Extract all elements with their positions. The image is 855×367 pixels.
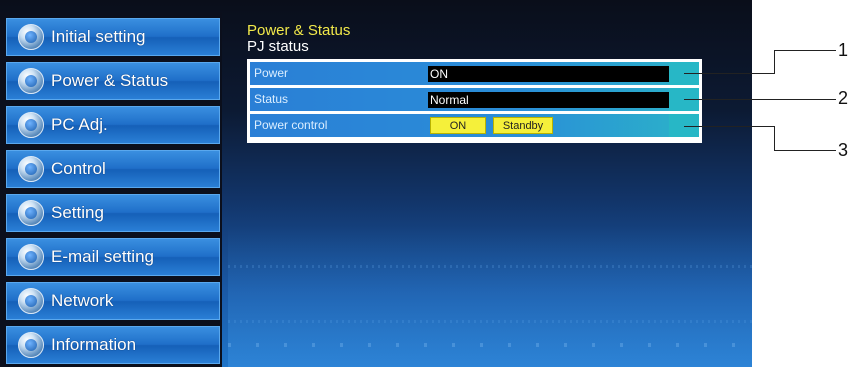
sidebar-item-label: Setting — [51, 203, 104, 222]
sidebar-item-label: E-mail setting — [51, 247, 154, 266]
sidebar-item-label: Information — [51, 335, 137, 354]
power-row: Power ON — [250, 62, 699, 85]
sidebar: Initial setting Power & Status PC Adj. C… — [0, 12, 222, 367]
sidebar-item-label: Initial setting — [51, 27, 146, 46]
callout-number-3: 3 — [838, 140, 849, 160]
sidebar-item-control[interactable]: Control — [6, 150, 220, 188]
power-control-label: Power control — [254, 118, 328, 132]
pc-monitor-icon — [18, 112, 44, 138]
power-control-row: Power control ON Standby — [250, 114, 699, 137]
settings-globe-icon — [18, 24, 44, 50]
sidebar-item-label: Power & Status — [51, 71, 169, 90]
power-icon — [18, 68, 44, 94]
callout-line-1 — [684, 73, 774, 74]
sidebar-item-label: Network — [51, 291, 114, 310]
callout-line-3 — [684, 126, 774, 127]
background-glow — [228, 225, 752, 367]
control-arrows-icon — [18, 156, 44, 182]
power-value: ON — [428, 66, 670, 82]
status-value: Normal — [428, 92, 670, 108]
sidebar-item-pc-adj[interactable]: PC Adj. — [6, 106, 220, 144]
callout-line-2 — [684, 99, 836, 100]
status-label: Status — [254, 92, 289, 106]
sidebar-item-label: PC Adj. — [51, 115, 108, 134]
envelope-icon — [18, 244, 44, 270]
sidebar-item-setting[interactable]: Setting — [6, 194, 220, 232]
callout-line-3 — [774, 126, 775, 150]
network-globe-icon — [18, 288, 44, 314]
sidebar-item-power-status[interactable]: Power & Status — [6, 62, 220, 100]
callout-line-1 — [774, 50, 775, 74]
wrench-icon — [18, 200, 44, 226]
power-label: Power — [254, 66, 289, 80]
page-subtitle: PJ status — [247, 38, 309, 55]
sidebar-item-initial-setting[interactable]: Initial setting — [6, 18, 220, 56]
sidebar-item-network[interactable]: Network — [6, 282, 220, 320]
pj-status-panel: Power ON Status Normal Power control ON … — [247, 59, 702, 143]
sidebar-item-information[interactable]: Information — [6, 326, 220, 364]
info-icon — [18, 332, 44, 358]
callout-line-1 — [774, 50, 836, 51]
section-title: Power & Status — [247, 22, 351, 39]
callout-number-2: 2 — [838, 88, 849, 108]
projector-web-screen: Initial setting Power & Status PC Adj. C… — [0, 0, 752, 367]
sidebar-item-label: Control — [51, 159, 106, 178]
callout-number-1: 1 — [838, 40, 849, 60]
status-row: Status Normal — [250, 88, 699, 111]
standby-button[interactable]: Standby — [493, 117, 553, 134]
power-on-button[interactable]: ON — [430, 117, 486, 134]
callout-line-3 — [774, 150, 836, 151]
sidebar-item-email-setting[interactable]: E-mail setting — [6, 238, 220, 276]
